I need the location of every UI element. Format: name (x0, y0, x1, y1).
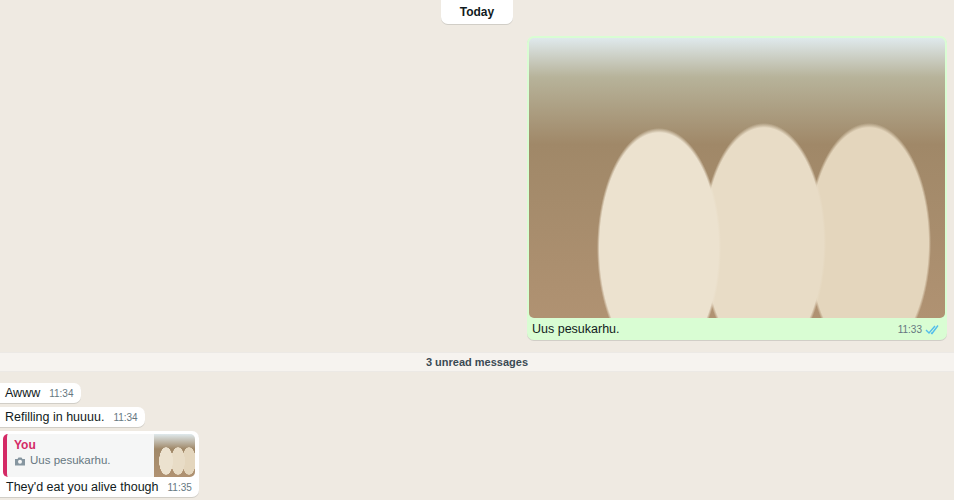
quoted-message[interactable]: YouUus pesukarhu. (3, 434, 195, 477)
text-message[interactable]: Awww 11:34 (0, 383, 81, 403)
image-message[interactable]: Uus pesukarhu. 11:33 (527, 36, 947, 340)
unread-label: 3 unread messages (426, 354, 528, 371)
date-row: Today (0, 0, 954, 24)
text-message[interactable]: Refilling in huuuu. 11:34 (0, 407, 145, 427)
reply-message[interactable]: YouUus pesukarhu. They'd eat you alive th… (0, 431, 199, 497)
quote-body: YouUus pesukarhu. (7, 434, 125, 477)
message-text: Awww (5, 386, 40, 400)
message-time: 11:35 (168, 482, 192, 493)
unread-divider: 3 unread messages (0, 352, 954, 372)
message-text: Refilling in huuuu. (5, 410, 104, 424)
caption-row: Uus pesukarhu. 11:33 (529, 318, 945, 337)
camera-icon (14, 456, 26, 466)
quote-line: Uus pesukarhu. (14, 453, 111, 468)
message-time: 11:33 (898, 322, 922, 337)
date-pill: Today (441, 0, 513, 24)
message-list: Awww 11:34 Refilling in huuuu. 11:34 YouUus … (0, 383, 954, 497)
message-meta: 11:33 (898, 322, 941, 337)
message-time: 11:34 (49, 388, 73, 399)
message-text: They'd eat you alive though (6, 480, 159, 494)
photo[interactable] (529, 38, 945, 318)
caption: Uus pesukarhu. (532, 322, 620, 337)
reply-body: They'd eat you alive though 11:35 (3, 480, 195, 495)
message-time: 11:34 (113, 412, 137, 423)
quote-thumbnail (154, 434, 195, 477)
message-row: Uus pesukarhu. 11:33 (0, 36, 954, 340)
quote-author: You (14, 438, 111, 453)
double-check-icon (925, 324, 941, 335)
quote-text: Uus pesukarhu. (30, 453, 111, 468)
